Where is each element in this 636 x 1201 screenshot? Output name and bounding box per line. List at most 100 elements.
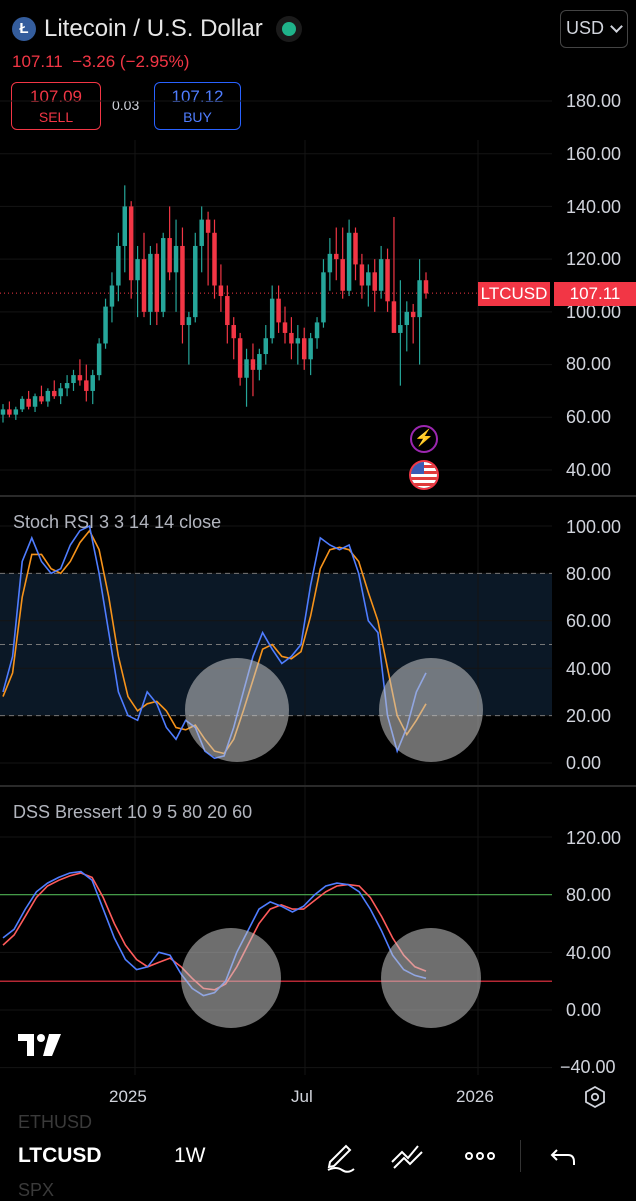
more-options-icon[interactable] (460, 1136, 500, 1176)
candle-body (186, 317, 192, 326)
dss-axis-tick: 0.00 (566, 1000, 602, 1020)
us-flag-event-icon[interactable] (409, 460, 439, 490)
indicators-icon[interactable] (388, 1136, 428, 1176)
stoch-axis-tick: 0.00 (566, 753, 602, 773)
candle-body (7, 409, 12, 415)
chart-canvas[interactable] (0, 0, 636, 1130)
x-axis-label: 2025 (109, 1087, 147, 1106)
tradingview-logo-icon[interactable] (16, 1030, 64, 1060)
candle-body (263, 338, 269, 355)
candle-body (353, 232, 358, 265)
undo-icon[interactable] (544, 1136, 584, 1176)
annotation-circle (185, 658, 289, 762)
price-axis-tick: 80.00 (566, 354, 612, 374)
price-axis-tick: 140.00 (566, 197, 622, 217)
candle-body (231, 325, 236, 339)
candle-body (212, 232, 217, 286)
candle-body (148, 253, 153, 312)
candle-body (103, 306, 108, 344)
symbol-list-item-next[interactable]: SPX (18, 1180, 54, 1201)
candle-body (404, 311, 410, 326)
annotation-circle (381, 928, 481, 1028)
candle-body (135, 259, 140, 281)
candle-body (372, 272, 377, 291)
candle-body (116, 245, 121, 286)
candle-body (282, 322, 288, 333)
candle-body (269, 298, 275, 339)
candle-body (39, 396, 44, 402)
symbol-list-item-prev[interactable]: ETHUSD (18, 1112, 92, 1133)
pane-separator[interactable] (0, 785, 636, 787)
candle-body (334, 253, 339, 260)
stoch-rsi-pane (0, 497, 552, 785)
candle-body (276, 298, 281, 323)
candle-body (167, 238, 172, 273)
candle-body (141, 259, 147, 312)
candle-body (257, 354, 262, 370)
candle-body (77, 375, 83, 381)
candle-body (340, 259, 345, 291)
candle-body (109, 285, 115, 307)
annotation-circle (181, 928, 281, 1028)
stoch-axis-tick: 40.00 (566, 659, 612, 679)
dss-axis-tick: 80.00 (566, 885, 612, 905)
candle-body (64, 383, 70, 389)
candle-body (346, 232, 352, 291)
candle-body (32, 396, 38, 407)
candle-body (366, 272, 371, 286)
candle-body (84, 380, 89, 391)
dss-legend[interactable]: DSS Bressert 10 9 5 80 20 60 (13, 802, 252, 823)
candle-body (308, 338, 313, 360)
pane-separator[interactable] (0, 495, 636, 497)
candle-body (410, 311, 416, 318)
price-axis-tick: 40.00 (566, 460, 612, 480)
toolbar-divider (520, 1140, 521, 1172)
candle-body (90, 375, 95, 391)
candle-body (359, 264, 365, 286)
candle-body (391, 301, 397, 333)
candle-body (0, 409, 6, 415)
lightning-event-icon[interactable]: ⚡ (410, 425, 438, 453)
stoch-axis-tick: 80.00 (566, 564, 612, 584)
stoch-axis-tick: 60.00 (566, 611, 612, 631)
candle-body (26, 398, 31, 407)
candle-body (193, 245, 198, 318)
last-price-tag: 107.11 (554, 282, 636, 306)
candle-body (96, 343, 102, 376)
candle-body (180, 245, 185, 326)
candle-body (237, 338, 243, 378)
candle-body (244, 359, 249, 378)
candle-body (295, 338, 301, 344)
candle-body (122, 206, 128, 246)
timeframe-selector[interactable]: 1W (174, 1144, 206, 1168)
candle-body (199, 219, 204, 246)
candle-body (52, 390, 57, 397)
dss-axis-tick: −40.00 (560, 1057, 616, 1077)
candle-body (45, 390, 51, 402)
x-axis-label: 2026 (456, 1087, 494, 1106)
price-pane (0, 100, 552, 495)
candle-body (19, 398, 25, 410)
candle-body (58, 388, 63, 397)
price-axis-tick: 160.00 (566, 144, 622, 164)
dss-pane (0, 787, 552, 1075)
stoch-axis-tick: 100.00 (566, 517, 622, 537)
candle-body (250, 359, 256, 370)
candle-body (173, 245, 179, 273)
candle-body (398, 325, 403, 333)
candle-body (423, 280, 429, 294)
drawing-pen-icon[interactable] (320, 1136, 360, 1176)
settings-icon[interactable] (583, 1085, 607, 1109)
candle-body (314, 322, 320, 339)
candle-body (301, 338, 307, 360)
candle-body (154, 253, 160, 312)
symbol-selector[interactable]: LTCUSD (18, 1144, 102, 1168)
candle-body (289, 332, 294, 344)
dss-axis-tick: 40.00 (566, 943, 612, 963)
candle-body (327, 253, 333, 273)
price-axis-tick: 60.00 (566, 407, 612, 427)
stoch-axis-tick: 20.00 (566, 706, 612, 726)
candle-body (205, 219, 211, 233)
candle-body (160, 238, 166, 312)
stoch-rsi-legend[interactable]: Stoch RSI 3 3 14 14 close (13, 512, 221, 533)
